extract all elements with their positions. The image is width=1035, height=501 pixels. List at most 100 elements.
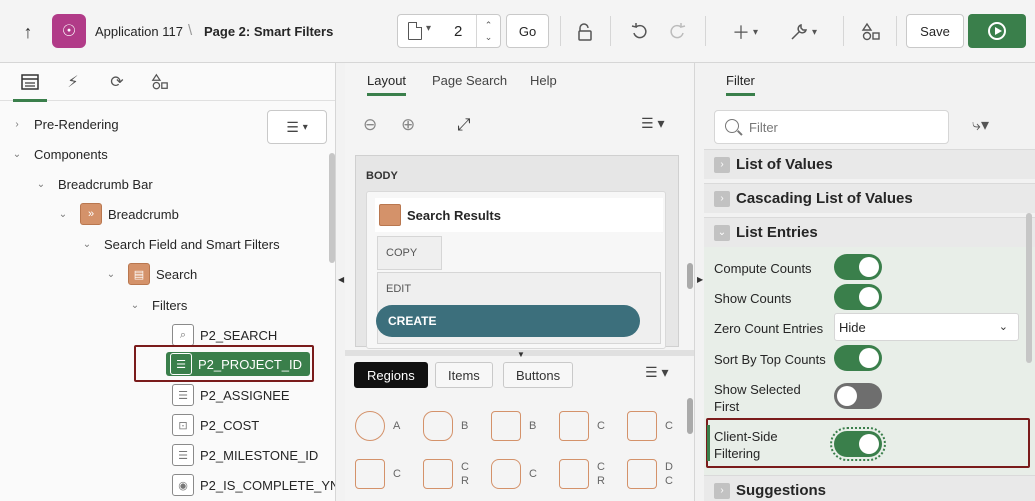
tree-node-pre-rendering[interactable]: › Pre-Rendering — [10, 113, 118, 135]
left-scrollbar[interactable] — [329, 153, 335, 263]
shared-components-icon[interactable] — [147, 69, 173, 95]
section-title: List of Values — [736, 156, 833, 173]
tab-page-search[interactable]: Page Search — [432, 73, 507, 88]
section-suggestions[interactable]: › Suggestions — [704, 475, 1035, 501]
compute-counts-toggle[interactable] — [834, 254, 882, 280]
show-counts-toggle[interactable] — [834, 284, 882, 310]
tree-node-filters[interactable]: ⌄ Filters — [128, 294, 188, 316]
property-tabs: Filter — [704, 63, 1035, 101]
run-icon — [988, 22, 1006, 40]
chevron-down-icon[interactable]: ⌄ — [10, 149, 24, 160]
tree-node-components[interactable]: ⌄ Components — [10, 143, 108, 165]
gallery-item[interactable]: B — [491, 406, 551, 446]
zero-count-entries-select[interactable]: Hide ⌄ — [834, 313, 1019, 341]
sort-by-top-counts-toggle[interactable] — [834, 345, 882, 371]
gallery-menu-icon[interactable]: ☰ ▾ — [645, 364, 668, 381]
layout-menu-icon[interactable]: ☰ ▾ — [641, 115, 664, 132]
property-scrollbar[interactable] — [1026, 213, 1032, 363]
undo-icon[interactable] — [625, 17, 655, 47]
canvas-scrollbar[interactable] — [687, 263, 693, 289]
show-selected-first-toggle[interactable] — [834, 383, 882, 409]
create-button[interactable]: CREATE — [376, 305, 640, 337]
chevron-right-icon[interactable]: › — [714, 482, 730, 499]
gallery-item[interactable]: D C — [627, 454, 687, 494]
wrench-icon[interactable]: ▾ — [783, 17, 823, 47]
chevron-down-icon[interactable]: ⌄ — [56, 209, 70, 220]
section-list-of-values[interactable]: › List of Values — [704, 149, 1035, 179]
tab-items[interactable]: Items — [435, 362, 493, 388]
gallery-item[interactable]: C R — [559, 454, 619, 494]
rendering-tab[interactable] — [13, 69, 47, 102]
filter-field[interactable] — [714, 110, 949, 144]
tree-item-p2-is-complete-yn[interactable]: ◉ P2_IS_COMPLETE_YN — [172, 474, 335, 496]
tree-node-breadcrumb[interactable]: ⌄ » Breadcrumb — [56, 203, 179, 225]
gallery-item[interactable]: C — [559, 406, 619, 446]
toolbar-divider — [560, 16, 561, 46]
tab-filter[interactable]: Filter — [726, 73, 755, 96]
chevron-down-icon[interactable]: ⌄ — [34, 179, 48, 190]
search-icon: ⌕ — [172, 324, 194, 346]
region-icon: ▤ — [128, 263, 150, 285]
gallery-item[interactable]: C — [491, 454, 551, 494]
layout-panel: Layout Page Search Help ⊖ ⊕ ⤢ ☰ ▾ BODY S… — [345, 63, 695, 501]
tab-layout[interactable]: Layout — [367, 73, 407, 96]
tree-item-label: P2_ASSIGNEE — [200, 387, 290, 403]
page-number-stepper[interactable]: ⌃ ⌄ — [476, 15, 500, 47]
section-list-entries[interactable]: ⌄ List Entries — [704, 217, 1035, 247]
client-side-filtering-toggle[interactable] — [830, 427, 886, 461]
tab-buttons[interactable]: Buttons — [503, 362, 574, 388]
go-button[interactable]: Go — [506, 14, 549, 48]
page-selector[interactable]: ▾ 2 ⌃ ⌄ — [397, 14, 501, 48]
go-to-group-icon[interactable]: ⤷▾ — [972, 115, 989, 135]
app-rocket-icon[interactable]: ☉ — [52, 14, 86, 48]
expand-icon[interactable]: ⤢ — [457, 115, 471, 135]
chevron-down-icon[interactable]: ⌄ — [104, 269, 118, 280]
gallery-item[interactable]: A — [355, 406, 415, 446]
zoom-out-icon[interactable]: ⊖ — [363, 115, 377, 135]
chevron-down-icon[interactable]: ▾ — [426, 23, 431, 34]
plus-icon[interactable]: ＋ ▾ — [725, 17, 765, 47]
processing-icon[interactable]: ⟳ — [104, 69, 130, 95]
tree-item-p2-cost[interactable]: ⊡ P2_COST — [172, 414, 259, 436]
dynamic-actions-icon[interactable]: ⚡ — [60, 69, 86, 95]
tree-node-search-field[interactable]: ⌄ Search Field and Smart Filters — [80, 233, 280, 255]
tree-node-search[interactable]: ⌄ ▤ Search — [104, 263, 197, 285]
save-button[interactable]: Save — [906, 14, 964, 48]
tree-node-breadcrumb-bar[interactable]: ⌄ Breadcrumb Bar — [34, 173, 153, 195]
app-name-link[interactable]: Application 117 — [95, 24, 183, 39]
chevron-right-icon[interactable]: › — [714, 190, 730, 207]
gallery-item[interactable]: C — [627, 406, 687, 446]
collapse-right-icon[interactable]: ▶ — [697, 275, 703, 284]
chevron-down-icon[interactable]: ⌄ — [128, 300, 142, 311]
page-title: Page 2: Smart Filters — [204, 24, 334, 39]
collapse-left-icon[interactable]: ◀ — [338, 275, 344, 284]
lock-icon[interactable] — [570, 17, 600, 47]
chevron-right-icon[interactable]: › — [10, 119, 24, 130]
slot-copy[interactable]: COPY — [377, 236, 442, 270]
redo-icon[interactable] — [662, 17, 692, 47]
gallery-item[interactable]: B — [423, 406, 483, 446]
property-editor: Filter ⤷▾ › List of Values › Cascading L… — [704, 63, 1035, 501]
gallery-item[interactable]: C — [355, 454, 415, 494]
zoom-in-icon[interactable]: ⊕ — [401, 115, 415, 135]
gallery-item[interactable]: C R — [423, 454, 483, 494]
gallery-scrollbar[interactable] — [687, 398, 693, 434]
chevron-down-icon[interactable]: ⌄ — [714, 224, 730, 241]
shapes-icon[interactable] — [856, 17, 886, 47]
tree-menu-button[interactable]: ☰ ▾ — [267, 110, 327, 144]
chevron-right-icon[interactable]: › — [714, 156, 730, 173]
filter-input[interactable] — [749, 117, 939, 137]
tree-item-p2-assignee[interactable]: ☰ P2_ASSIGNEE — [172, 384, 290, 406]
up-arrow-icon[interactable]: ↑ — [14, 17, 42, 47]
tree-item-p2-search[interactable]: ⌕ P2_SEARCH — [172, 324, 277, 346]
page-number-input[interactable]: 2 — [454, 23, 462, 40]
section-cascading-lov[interactable]: › Cascading List of Values — [704, 183, 1035, 213]
tree-item-p2-milestone-id[interactable]: ☰ P2_MILESTONE_ID — [172, 444, 318, 466]
toolbar-divider — [896, 16, 897, 46]
tab-regions[interactable]: Regions — [354, 362, 428, 388]
run-button[interactable] — [968, 14, 1026, 48]
chevron-down-icon[interactable]: ⌄ — [80, 239, 94, 250]
tab-help[interactable]: Help — [530, 73, 557, 88]
body-label: BODY — [366, 170, 398, 182]
region-title-bar[interactable]: Search Results — [375, 198, 663, 232]
